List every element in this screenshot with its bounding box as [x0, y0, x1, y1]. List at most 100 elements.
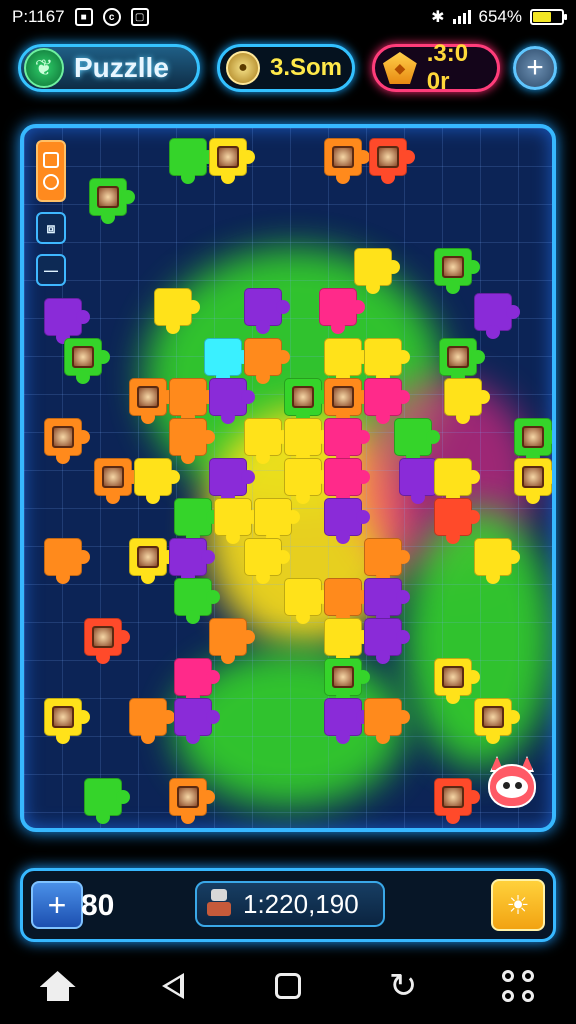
- piece-image: [377, 146, 399, 168]
- hint-button[interactable]: ☀: [491, 879, 545, 931]
- puzzle-piece[interactable]: [204, 338, 250, 384]
- puzzle-piece[interactable]: [244, 418, 290, 464]
- mascot-character[interactable]: [484, 756, 540, 814]
- puzzle-board[interactable]: ⧈ —: [20, 124, 556, 832]
- puzzle-piece[interactable]: [474, 293, 520, 339]
- puzzle-piece-picture[interactable]: [439, 338, 485, 384]
- piece-image: [522, 466, 544, 488]
- puzzle-piece-picture[interactable]: [369, 138, 415, 184]
- puzzle-piece[interactable]: [244, 288, 290, 334]
- piece-image: [447, 346, 469, 368]
- puzzle-piece-picture[interactable]: [94, 458, 140, 504]
- piece-image: [332, 146, 354, 168]
- puzzle-piece[interactable]: [324, 578, 370, 624]
- add-currency-button[interactable]: +: [513, 46, 557, 90]
- puzzle-piece[interactable]: [169, 138, 215, 184]
- puzzle-piece-picture[interactable]: [44, 418, 90, 464]
- piece-image: [177, 786, 199, 808]
- puzzle-piece[interactable]: [394, 418, 440, 464]
- refresh-icon[interactable]: ↻: [373, 956, 433, 1016]
- puzzle-piece[interactable]: [434, 458, 480, 504]
- puzzle-piece-picture[interactable]: [474, 698, 520, 744]
- puzzle-piece-picture[interactable]: [324, 658, 370, 704]
- puzzle-piece[interactable]: [324, 618, 370, 664]
- grid-menu-icon[interactable]: [488, 956, 548, 1016]
- puzzle-piece[interactable]: [284, 418, 330, 464]
- score-value: 1:220,190: [243, 888, 359, 919]
- puzzle-piece[interactable]: [154, 288, 200, 334]
- tool-frame-button[interactable]: ⧈: [36, 212, 66, 244]
- puzzle-piece[interactable]: [134, 458, 180, 504]
- puzzle-piece[interactable]: [444, 378, 490, 424]
- puzzle-piece[interactable]: [244, 538, 290, 584]
- puzzle-piece[interactable]: [209, 378, 255, 424]
- puzzle-piece[interactable]: [434, 498, 480, 544]
- puzzle-piece-picture[interactable]: [129, 378, 175, 424]
- puzzle-piece-picture[interactable]: [514, 458, 552, 504]
- puzzle-piece-picture[interactable]: [169, 778, 215, 824]
- puzzle-piece[interactable]: [284, 578, 330, 624]
- puzzle-piece[interactable]: [214, 498, 260, 544]
- gem-value: .3:0 0r: [426, 40, 469, 95]
- game-title-badge[interactable]: ❦ Puzzlle: [18, 44, 200, 92]
- piece-image: [442, 256, 464, 278]
- puzzle-piece[interactable]: [364, 618, 410, 664]
- puzzle-piece[interactable]: [324, 498, 370, 544]
- puzzle-piece[interactable]: [399, 458, 445, 504]
- mascot-eye: [515, 782, 522, 789]
- puzzle-piece[interactable]: [44, 298, 90, 344]
- status-time: P:1167: [12, 7, 65, 26]
- puzzle-piece[interactable]: [364, 698, 410, 744]
- home-icon[interactable]: [28, 956, 88, 1016]
- puzzle-piece[interactable]: [174, 578, 220, 624]
- puzzle-piece-picture[interactable]: [44, 698, 90, 744]
- puzzle-piece[interactable]: [44, 538, 90, 584]
- recent-apps-icon[interactable]: [258, 956, 318, 1016]
- puzzle-piece[interactable]: [209, 618, 255, 664]
- puzzle-piece-picture[interactable]: [89, 178, 135, 224]
- leaf-icon: ❦: [24, 48, 64, 88]
- add-moves-button[interactable]: +: [31, 881, 83, 929]
- puzzle-piece-picture[interactable]: [284, 378, 330, 424]
- puzzle-piece[interactable]: [364, 338, 410, 384]
- puzzle-piece-picture[interactable]: [434, 248, 480, 294]
- status-bar: P:1167 ■ c ▢ ✱ 654%: [0, 0, 576, 34]
- puzzle-piece-picture[interactable]: [64, 338, 110, 384]
- puzzle-piece-picture[interactable]: [129, 538, 175, 584]
- puzzle-piece-picture[interactable]: [209, 138, 255, 184]
- puzzle-piece[interactable]: [174, 498, 220, 544]
- puzzle-piece[interactable]: [364, 538, 410, 584]
- puzzle-piece[interactable]: [169, 378, 215, 424]
- tool-rotate-button[interactable]: [36, 140, 66, 202]
- back-icon[interactable]: [143, 956, 203, 1016]
- puzzle-piece[interactable]: [244, 338, 290, 384]
- puzzle-piece-picture[interactable]: [434, 778, 480, 824]
- puzzle-piece-picture[interactable]: [324, 138, 370, 184]
- puzzle-piece[interactable]: [354, 248, 400, 294]
- puzzle-piece-picture[interactable]: [434, 658, 480, 704]
- battery-icon: [530, 9, 567, 25]
- puzzle-piece[interactable]: [174, 658, 220, 704]
- puzzle-piece[interactable]: [169, 418, 215, 464]
- puzzle-piece[interactable]: [324, 458, 370, 504]
- puzzle-piece[interactable]: [129, 698, 175, 744]
- tool-minimize-button[interactable]: —: [36, 254, 66, 286]
- puzzle-piece[interactable]: [254, 498, 300, 544]
- gem-counter[interactable]: ◆ .3:0 0r: [372, 40, 500, 95]
- puzzle-piece[interactable]: [474, 538, 520, 584]
- puzzle-piece[interactable]: [324, 338, 370, 384]
- puzzle-piece[interactable]: [364, 378, 410, 424]
- puzzle-piece[interactable]: [319, 288, 365, 334]
- puzzle-piece[interactable]: [174, 698, 220, 744]
- puzzle-piece[interactable]: [324, 418, 370, 464]
- puzzle-piece[interactable]: [284, 458, 330, 504]
- coin-counter[interactable]: ● 3.Som: [217, 44, 355, 92]
- puzzle-piece-picture[interactable]: [514, 418, 552, 464]
- puzzle-piece[interactable]: [364, 578, 410, 624]
- puzzle-piece-picture[interactable]: [84, 618, 130, 664]
- puzzle-piece[interactable]: [169, 538, 215, 584]
- puzzle-piece-picture[interactable]: [324, 378, 370, 424]
- puzzle-piece[interactable]: [84, 778, 130, 824]
- puzzle-piece[interactable]: [209, 458, 255, 504]
- puzzle-piece[interactable]: [324, 698, 370, 744]
